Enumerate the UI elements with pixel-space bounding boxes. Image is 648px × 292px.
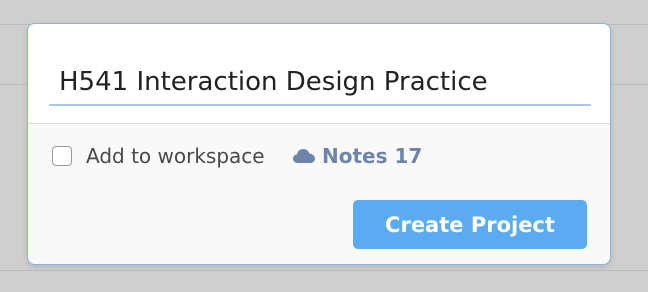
create-project-button[interactable]: Create Project [353,200,587,249]
dialog-header [28,24,610,124]
cloud-icon [292,147,316,165]
backdrop-divider [0,270,648,271]
workspace-selector[interactable]: Notes 17 [292,143,422,169]
add-to-workspace-checkbox[interactable] [52,146,72,166]
add-to-workspace-label: Add to workspace [86,144,265,168]
workspace-name: Notes 17 [322,144,423,168]
project-name-input[interactable] [49,60,591,106]
new-project-dialog: Add to workspace Notes 17 Create Project [27,23,611,265]
